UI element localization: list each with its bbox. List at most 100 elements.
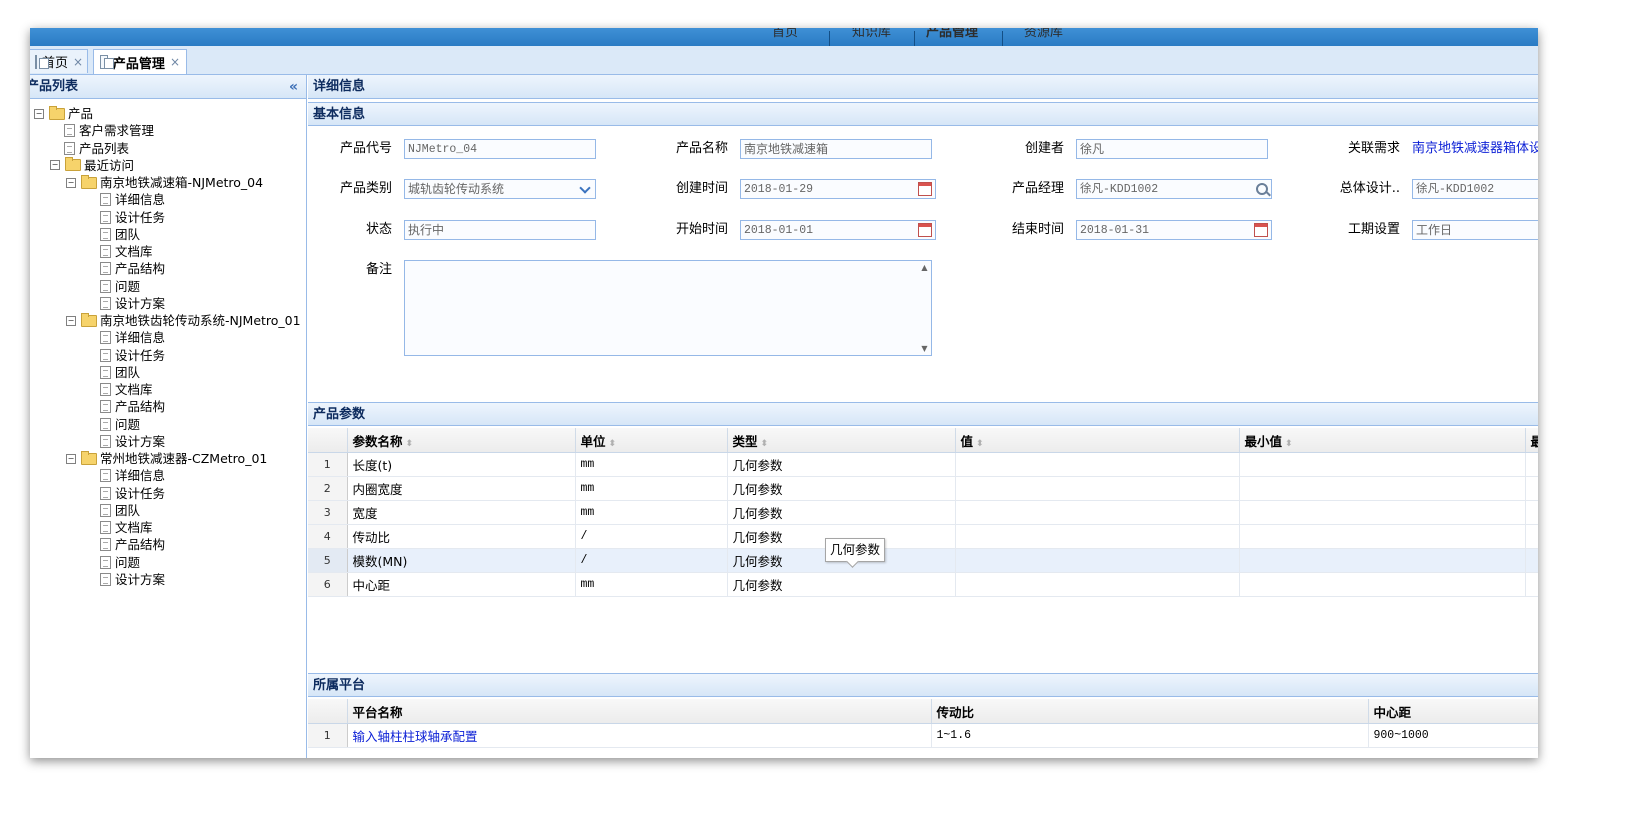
collapse-toggle-icon[interactable]: − [66, 315, 76, 326]
table-row[interactable]: 2 内圈宽度 mm 几何参数 [308, 476, 1538, 501]
column-header[interactable]: 值 ⬍ [955, 428, 1240, 453]
close-icon[interactable]: × [73, 55, 83, 69]
column-header[interactable]: 单位 ⬍ [575, 428, 728, 453]
row-number: 6 [308, 572, 348, 597]
tree-leaf-node[interactable]: 问题 [100, 554, 140, 571]
product-code-input[interactable]: NJMetro_04 [404, 139, 596, 159]
tree-leaf-node[interactable]: 产品列表 [64, 140, 129, 157]
column-header[interactable]: 类型 ⬍ [727, 428, 956, 453]
min-value-cell [1239, 572, 1526, 597]
product-name-input[interactable]: 南京地铁减速箱 [740, 139, 932, 159]
tree-leaf-node[interactable]: 设计任务 [100, 209, 165, 226]
tree-leaf-node[interactable]: 产品结构 [100, 536, 165, 553]
table-row[interactable]: 4 传动比 / 几何参数 [308, 524, 1538, 549]
section-title: 基本信息 [308, 102, 1538, 126]
tab-product-management[interactable]: 产品管理 × [93, 49, 187, 74]
column-header[interactable]: 传动比 [931, 699, 1369, 724]
related-requirement-link[interactable]: 南京地铁减速器箱体设计 [1412, 139, 1538, 159]
creator-input[interactable]: 徐凡 [1076, 139, 1268, 159]
tree-leaf-node[interactable]: 问题 [100, 416, 140, 433]
tree-leaf-node[interactable]: 文档库 [100, 243, 153, 260]
tree-folder-node[interactable]: − 南京地铁减速箱-NJMetro_04 [66, 174, 263, 191]
param-name-cell: 宽度 [347, 500, 576, 525]
nav-item-knowledge[interactable]: 知识库 [852, 28, 891, 46]
nav-item-home[interactable]: 首页 [772, 28, 798, 46]
max-value-cell [1525, 572, 1538, 597]
end-time-input[interactable]: 2018-01-31 [1076, 220, 1272, 240]
tree-folder-node[interactable]: − 常州地铁减速器-CZMetro_01 [66, 450, 267, 467]
category-select[interactable]: 城轨齿轮传动系统 [404, 179, 596, 199]
tree-leaf-node[interactable]: 文档库 [100, 519, 153, 536]
value-cell [955, 548, 1240, 573]
tree-leaf-node[interactable]: 团队 [100, 502, 140, 519]
type-cell: 几何参数 [727, 452, 956, 477]
platform-name-link[interactable]: 输入轴柱柱球轴承配置 [347, 723, 932, 748]
min-value-cell [1239, 548, 1526, 573]
unit-cell: mm [575, 476, 728, 501]
tab-home[interactable]: 首页 × [30, 49, 88, 73]
tree-leaf-node[interactable]: 设计方案 [100, 571, 165, 588]
sort-icon[interactable]: ⬍ [406, 439, 414, 449]
created-time-input[interactable]: 2018-01-29 [740, 179, 936, 199]
collapse-toggle-icon[interactable]: − [66, 453, 76, 464]
tree-leaf-node[interactable]: 客户需求管理 [64, 122, 154, 139]
calendar-icon[interactable] [918, 182, 932, 196]
tree-folder-node[interactable]: − 南京地铁齿轮传动系统-NJMetro_01 [66, 312, 301, 329]
tree-folder-node[interactable]: − 最近访问 [50, 157, 134, 174]
calendar-icon[interactable] [918, 223, 932, 237]
collapse-toggle-icon[interactable]: − [66, 177, 76, 188]
sort-icon[interactable]: ⬍ [609, 439, 617, 449]
tree-leaf-node[interactable]: 详细信息 [100, 329, 165, 346]
tree-leaf-node[interactable]: 设计任务 [100, 485, 165, 502]
start-time-input[interactable]: 2018-01-01 [740, 220, 936, 240]
scroll-down-icon[interactable]: ▼ [919, 344, 930, 353]
page-icon [35, 54, 49, 69]
tree-leaf-node[interactable]: 产品结构 [100, 398, 165, 415]
nav-item-product[interactable]: 产品管理 [926, 28, 978, 46]
column-header[interactable]: 参数名称 ⬍ [347, 428, 576, 453]
section-title: 详细信息 [308, 75, 1538, 99]
search-icon[interactable] [1256, 182, 1268, 195]
table-row[interactable]: 3 宽度 mm 几何参数 [308, 500, 1538, 525]
column-header[interactable]: 平台名称 [347, 699, 932, 724]
sort-icon[interactable]: ⬍ [761, 439, 769, 449]
collapse-toggle-icon[interactable]: − [34, 108, 44, 119]
tree-leaf-node[interactable]: 团队 [100, 364, 140, 381]
tree-leaf-node[interactable]: 设计任务 [100, 347, 165, 364]
schedule-input[interactable]: 工作日 [1412, 220, 1538, 240]
scroll-up-icon[interactable]: ▲ [919, 263, 930, 272]
tree-leaf-node[interactable]: 设计方案 [100, 295, 165, 312]
table-row[interactable]: 1 输入轴柱柱球轴承配置 1~1.6 900~1000 [308, 723, 1538, 748]
field-label: 创建者 [1024, 141, 1064, 156]
param-name-cell: 中心距 [347, 572, 576, 597]
document-icon [100, 572, 111, 586]
status-input[interactable]: 执行中 [404, 220, 596, 240]
close-icon[interactable]: × [170, 55, 180, 69]
tree-leaf-node[interactable]: 产品结构 [100, 260, 165, 277]
nav-item-resources[interactable]: 资源库 [1024, 28, 1063, 46]
tree-leaf-node[interactable]: 详细信息 [100, 191, 165, 208]
table-header-row: 参数名称⬍ 单位⬍ 类型⬍ 值⬍ 最小值⬍ 最 [308, 428, 1538, 453]
table-row[interactable]: 1 长度(t) mm 几何参数 [308, 452, 1538, 477]
table-row[interactable]: 5 模数(MN) / 几何参数 [308, 548, 1538, 573]
tree-leaf-node[interactable]: 团队 [100, 226, 140, 243]
column-header[interactable]: 中心距 [1368, 699, 1538, 724]
chevron-down-icon[interactable] [579, 182, 592, 194]
sort-icon[interactable]: ⬍ [1285, 439, 1293, 449]
manager-input[interactable]: 徐凡-KDD1002 [1076, 179, 1272, 199]
sort-icon[interactable]: ⬍ [976, 439, 984, 449]
tree-leaf-node[interactable]: 文档库 [100, 381, 153, 398]
column-header[interactable]: 最小值 ⬍ [1239, 428, 1526, 453]
tree-leaf-node[interactable]: 问题 [100, 278, 140, 295]
column-header[interactable]: 最 [1525, 428, 1538, 453]
table-row[interactable]: 6 中心距 mm 几何参数 [308, 572, 1538, 597]
chief-designer-input[interactable]: 徐凡-KDD1002 [1412, 179, 1538, 199]
collapse-icon[interactable]: « [289, 75, 298, 99]
calendar-icon[interactable] [1254, 223, 1268, 237]
app-window: 首页 知识库 产品管理 资源库 首页 × 产品管理 × 产品列表 « − 产品 客户… [30, 28, 1538, 758]
remark-textarea[interactable]: ▲ ▼ [404, 260, 932, 356]
tree-leaf-node[interactable]: 详细信息 [100, 467, 165, 484]
tree-leaf-node[interactable]: 设计方案 [100, 433, 165, 450]
tree-folder-node[interactable]: − 产品 [34, 105, 93, 122]
collapse-toggle-icon[interactable]: − [50, 160, 60, 171]
